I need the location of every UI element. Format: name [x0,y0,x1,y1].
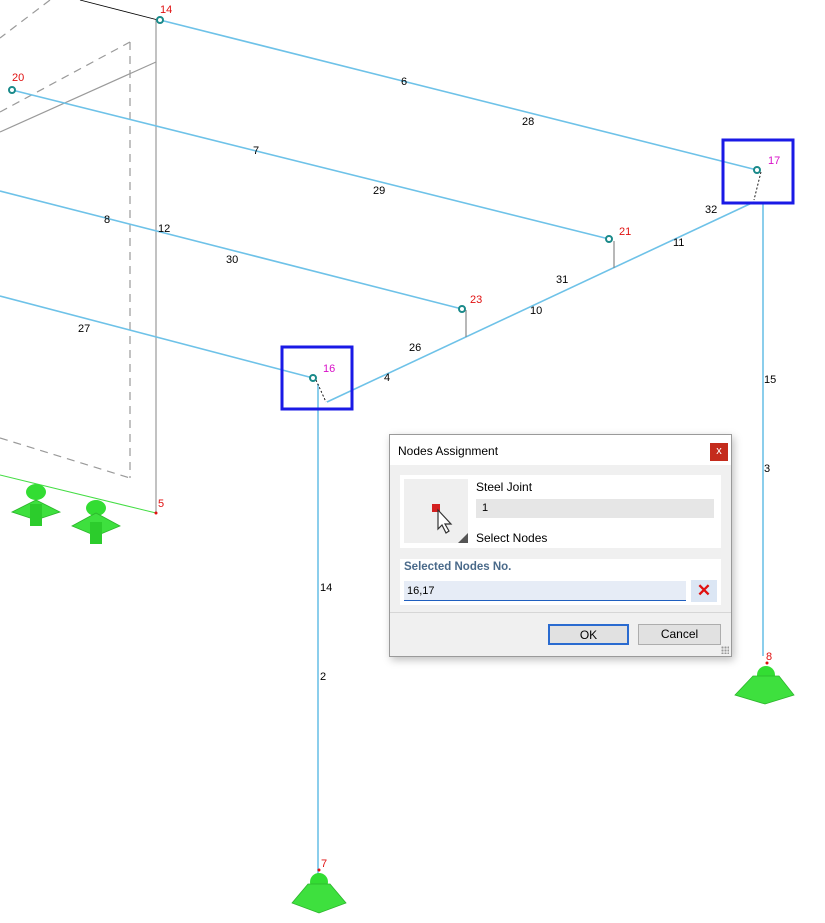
member-label-6: 6 [401,76,407,88]
dropdown-corner-icon [458,533,468,543]
support-node-7 [291,873,347,914]
select-nodes-button[interactable] [404,479,468,543]
support-node-5-a [10,484,62,526]
object-type-label: Steel Joint [476,480,533,494]
ok-button[interactable]: OK [548,624,629,645]
member-label-14: 14 [320,582,332,594]
x-icon: ✕ [696,581,712,600]
support-node-8 [734,666,795,705]
node-label-14: 14 [160,4,172,16]
cancel-button[interactable]: Cancel [638,624,721,645]
member-label-8: 8 [104,214,110,226]
clear-selection-button[interactable]: ✕ [691,580,717,602]
connector-lines [465,241,615,337]
node-16 [309,374,317,382]
dialog-title-bar[interactable]: Nodes Assignment x [390,435,731,465]
member-label-15: 15 [764,374,776,386]
selected-nodes-panel: Selected Nodes No. ✕ [400,559,721,605]
selected-nodes-heading: Selected Nodes No. [404,561,512,573]
member-4-26-10-31-11-32 [326,201,755,403]
node-14 [156,16,164,24]
node-label-17: 17 [768,155,780,167]
member-label-30: 30 [226,254,238,266]
member-label-3: 3 [764,463,770,475]
select-nodes-label[interactable]: Select Nodes [476,531,547,545]
resize-grip-icon[interactable] [721,646,729,654]
top-edge-line [79,0,159,21]
object-number-field: 1 [476,499,714,518]
node-label-16: 16 [323,363,335,375]
member-label-32: 32 [705,204,717,216]
member-label-10: 10 [530,305,542,317]
member-6-28 [159,19,758,171]
member-label-11: 11 [673,237,684,249]
node-17 [753,166,761,174]
member-label-2: 2 [320,671,326,683]
node-label-20: 20 [12,72,24,84]
dialog-title: Nodes Assignment [398,444,499,458]
member-8-30 [0,190,463,310]
member-label-26: 26 [409,342,421,354]
object-panel: Steel Joint 1 Select Nodes [400,475,721,548]
node-label-23: 23 [470,294,482,306]
node-23 [458,305,466,313]
nodes-assignment-dialog: Nodes Assignment x Steel Joint 1 Select … [389,434,732,657]
offset-lines [315,171,762,403]
member-label-28: 28 [522,116,534,128]
node-label-7: 7 [321,858,327,870]
member-label-4: 4 [384,372,390,384]
divider [390,612,731,613]
support-node-5-b [71,500,121,544]
member-label-12: 12 [158,223,170,235]
member-label-29: 29 [373,185,385,197]
member-label-27: 27 [78,323,90,335]
nodes [8,16,761,382]
node-21 [605,235,613,243]
node-20 [8,86,16,94]
node-label-21: 21 [619,226,631,238]
node-label-8: 8 [766,651,772,663]
selected-nodes-input[interactable] [404,581,686,601]
close-button[interactable]: x [710,443,728,461]
node-label-5: 5 [158,498,164,510]
member-label-31: 31 [556,274,568,286]
member-label-7: 7 [253,145,259,157]
